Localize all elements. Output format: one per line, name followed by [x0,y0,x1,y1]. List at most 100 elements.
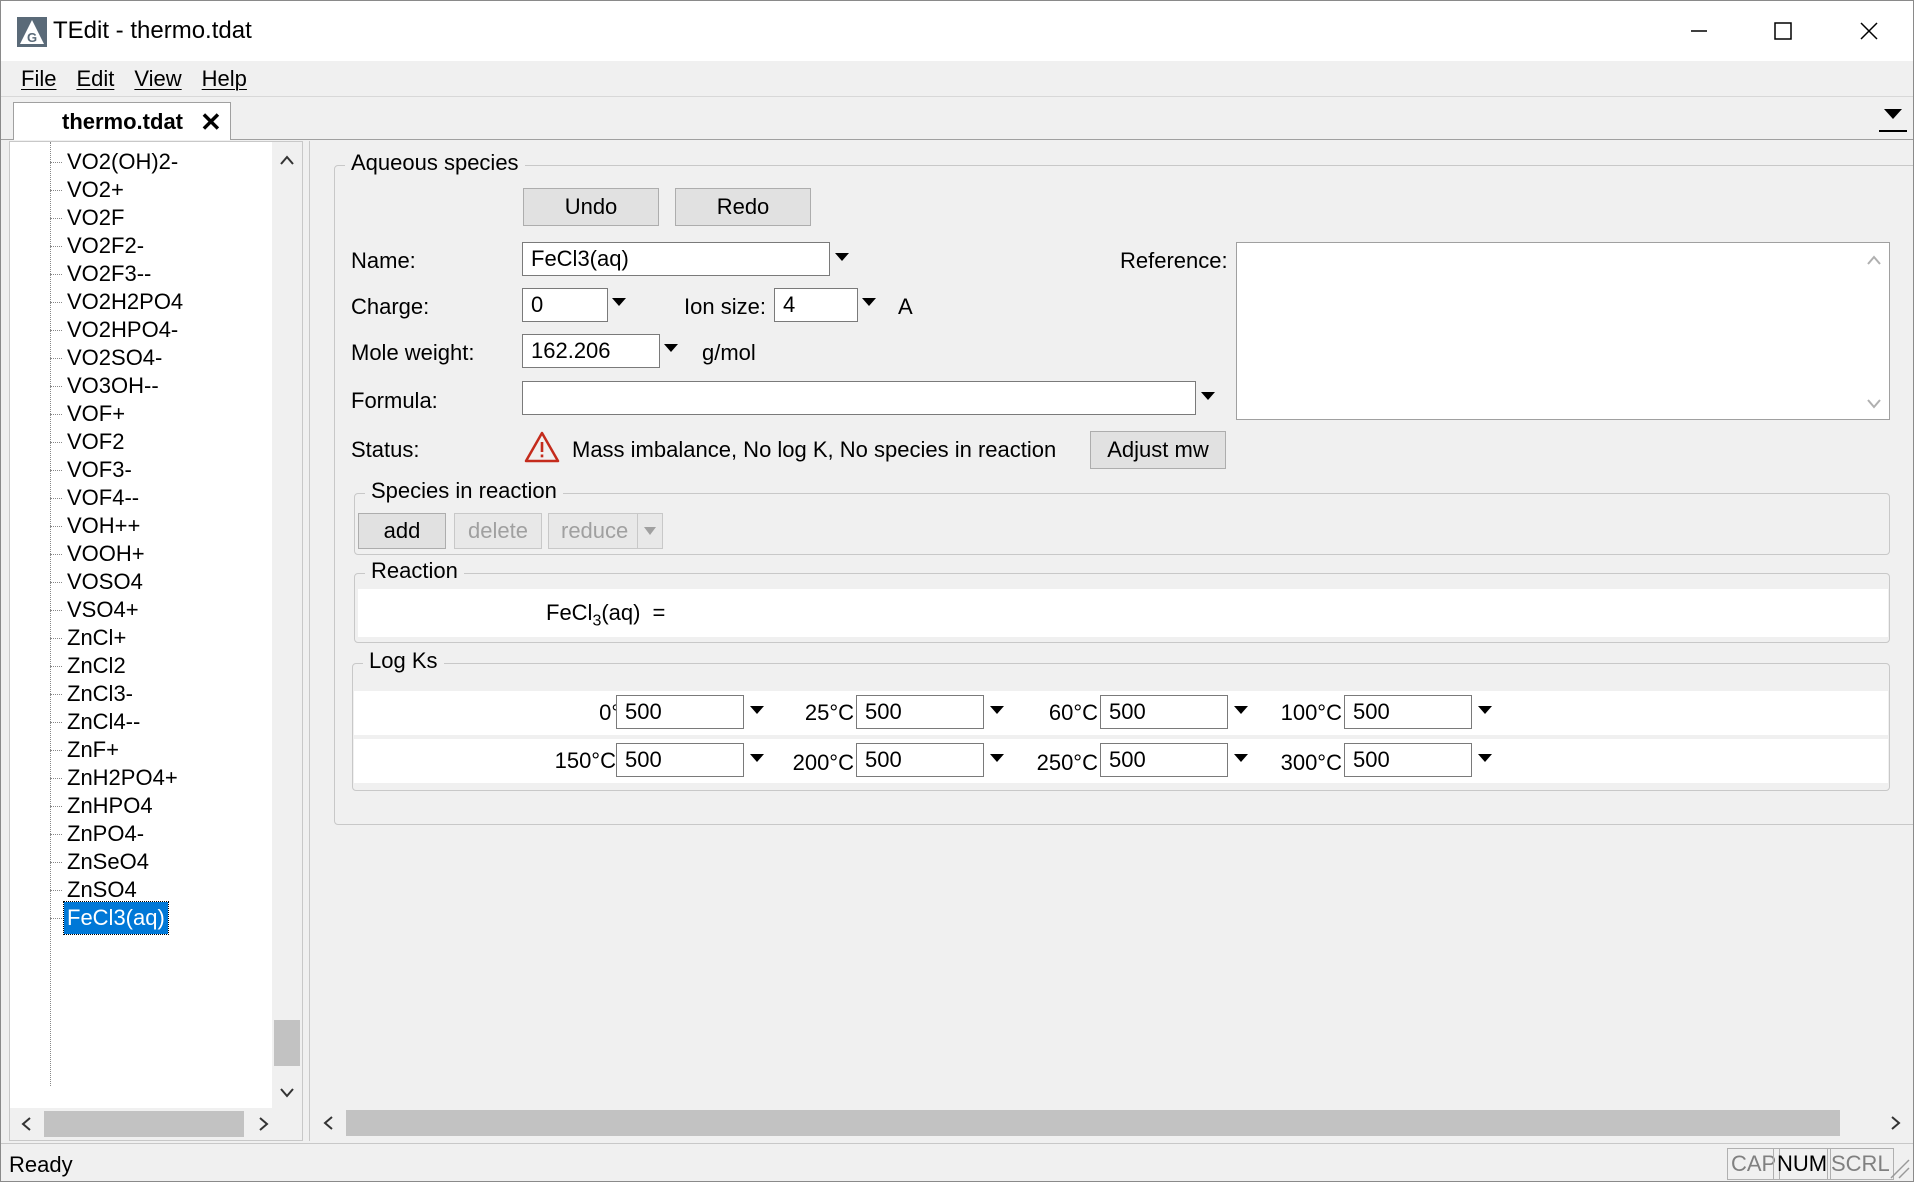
logk-dropdown-icon[interactable] [750,706,764,714]
tab-label: thermo.tdat [62,109,183,134]
redo-button[interactable]: Redo [675,188,811,226]
scroll-down-icon[interactable] [275,1080,299,1104]
logk-dropdown-icon[interactable] [1478,754,1492,762]
scroll-lock-indicator: SCRL [1827,1148,1894,1180]
tab-strip: thermo.tdat ✕ [1,98,1913,140]
app-logo-icon: G [17,17,47,47]
logk-field[interactable]: 500 [1100,695,1228,729]
tree-item[interactable]: FeCl3(aq) [63,901,169,935]
reference-textarea[interactable] [1236,242,1890,420]
logk-temp-label: 25°C [804,700,854,725]
tree-horizontal-scrollbar[interactable] [10,1108,302,1140]
logk-dropdown-icon[interactable] [750,754,764,762]
adjust-mw-button[interactable]: Adjust mw [1090,431,1226,469]
menu-edit[interactable]: Edit [66,66,124,92]
name-field[interactable]: FeCl3(aq) [522,242,830,276]
minimize-button[interactable] [1657,1,1741,61]
menu-file[interactable]: File [11,66,66,92]
scroll-left-icon[interactable] [14,1112,38,1136]
editor-horizontal-scrollbar[interactable] [310,1107,1910,1139]
num-lock-indicator: NUM [1773,1148,1832,1180]
mole-weight-dropdown-icon[interactable] [664,344,678,352]
species-tree: VO2(OH)2- VO2+ VO2F VO2F2- VO2F3-- VO2H2PO4 VO… [10,142,272,1108]
reaction-equals: = [652,600,666,625]
title-bar: G TEdit - thermo.tdat [1,1,1913,61]
logk-dropdown-icon[interactable] [1478,706,1492,714]
logk-field[interactable]: 500 [616,695,744,729]
logk-temp-label: 300°C [1280,750,1342,775]
chevron-down-icon [644,527,656,535]
ion-size-dropdown-icon[interactable] [862,298,876,306]
logk-field[interactable]: 500 [856,743,984,777]
logk-field[interactable]: 500 [616,743,744,777]
logks-label: Log Ks [363,648,444,674]
window-title: TEdit - thermo.tdat [53,17,252,44]
charge-dropdown-icon[interactable] [612,298,626,306]
editor-horizontal-thumb[interactable] [346,1110,1840,1136]
logk-temp-label: 60°C [1048,700,1098,725]
tab-thermo[interactable]: thermo.tdat ✕ [13,102,231,140]
delete-species-button[interactable]: delete [454,513,542,549]
formula-dropdown-icon[interactable] [1201,392,1215,400]
logk-field[interactable]: 500 [1100,743,1228,777]
scroll-up-icon[interactable] [275,148,299,172]
logk-dropdown-icon[interactable] [1234,706,1248,714]
charge-label: Charge: [351,294,430,319]
species-in-reaction-label: Species in reaction [365,478,563,504]
resize-grip-icon[interactable] [1887,1156,1911,1180]
reaction-equation: FeCl3(aq) = [546,600,665,630]
maximize-button[interactable] [1741,1,1825,61]
logk-field[interactable]: 500 [856,695,984,729]
chevron-down-icon [1884,109,1902,119]
app-window: G TEdit - thermo.tdat File Edit View Hel… [0,0,1914,1182]
warning-icon [524,431,560,463]
name-dropdown-icon[interactable] [835,253,849,261]
status-text: Mass imbalance, No log K, No species in … [572,437,1057,462]
svg-text:G: G [27,30,37,45]
menu-view[interactable]: View [124,66,191,92]
logk-field[interactable]: 500 [1344,743,1472,777]
maximize-icon [1774,22,1792,40]
tab-close-icon[interactable]: ✕ [200,107,222,138]
editor-panel: Aqueous species Undo Redo Name: FeCl3(aq… [309,141,1913,1141]
reduce-label: reduce [561,518,629,543]
logk-temp-label: 250°C [1036,750,1098,775]
reduce-button[interactable]: reduce [548,513,638,549]
close-window-button[interactable] [1827,1,1911,61]
tree-horizontal-thumb[interactable] [44,1111,244,1137]
ion-size-unit: A [898,294,913,319]
status-label: Status: [351,437,420,462]
status-bar: Ready CAP NUM SCRL [1,1143,1913,1181]
scroll-right-icon[interactable] [1884,1111,1908,1135]
undo-button[interactable]: Undo [523,188,659,226]
charge-field[interactable]: 0 [522,288,608,322]
logk-dropdown-icon[interactable] [990,706,1004,714]
logk-temp-label: 200°C [792,750,854,775]
reaction-suffix: (aq) [601,600,641,625]
menu-bar: File Edit View Help [1,61,1913,97]
add-species-button[interactable]: add [358,513,446,549]
logk-field[interactable]: 500 [1344,695,1472,729]
scroll-right-icon[interactable] [252,1112,276,1136]
mole-weight-field[interactable]: 162.206 [522,334,660,368]
logk-dropdown-icon[interactable] [1234,754,1248,762]
ion-size-field[interactable]: 4 [774,288,858,322]
tree-vertical-scrollbar[interactable] [272,142,302,1108]
tab-list-dropdown[interactable] [1879,106,1907,132]
mole-weight-label: Mole weight: [351,340,475,365]
ion-size-label: Ion size: [684,294,766,319]
status-bar-text: Ready [9,1152,73,1177]
logk-temp-label: 150°C [554,748,616,773]
logk-temp-label: 100°C [1280,700,1342,725]
formula-field[interactable] [522,381,1196,415]
scroll-left-icon[interactable] [316,1111,340,1135]
reduce-dropdown-button[interactable] [637,513,663,549]
minimize-icon [1691,30,1707,32]
logk-dropdown-icon[interactable] [990,754,1004,762]
reaction-label: Reaction [365,558,464,584]
menu-help[interactable]: Help [192,66,257,92]
reference-scroll-down-icon[interactable] [1867,399,1881,409]
tree-vertical-thumb[interactable] [274,1020,300,1066]
name-label: Name: [351,248,416,273]
reference-scroll-up-icon[interactable] [1867,255,1881,265]
